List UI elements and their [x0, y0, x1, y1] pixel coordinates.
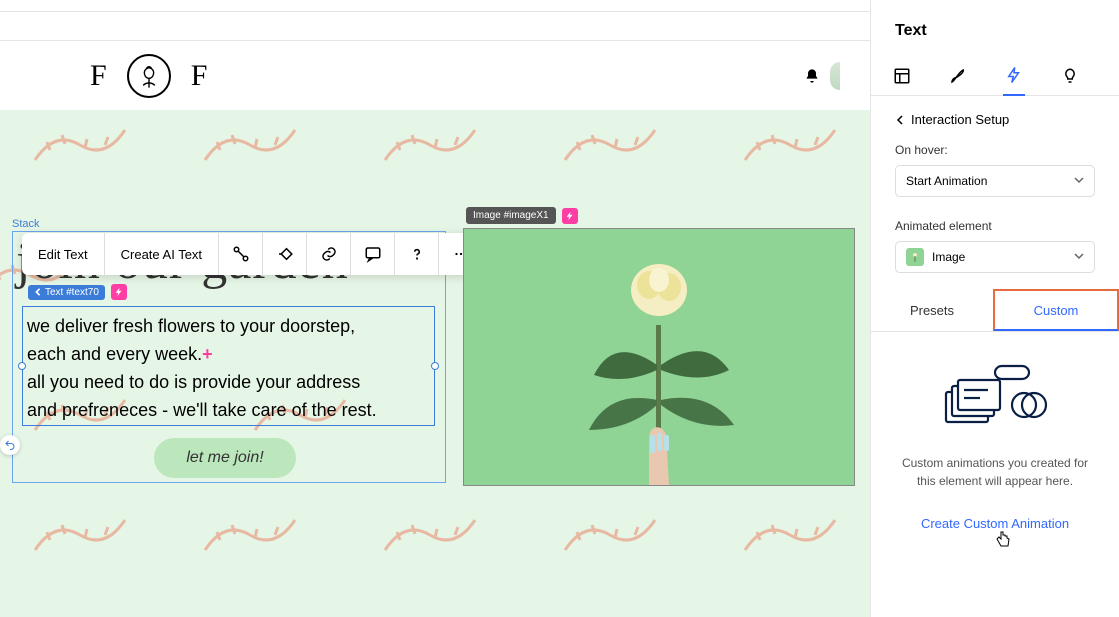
animation-indicator-chip[interactable] — [111, 284, 127, 300]
canvas[interactable]: Stack join our garden Edit Text Create A… — [0, 110, 870, 617]
selection-handle-right[interactable] — [431, 362, 439, 370]
avatar[interactable] — [830, 62, 840, 90]
help-icon[interactable] — [395, 233, 439, 275]
undo-button[interactable] — [0, 435, 20, 455]
interaction-setup-label: Interaction Setup — [911, 112, 1009, 127]
selection-handle-left[interactable] — [18, 362, 26, 370]
tab-custom[interactable]: Custom — [993, 289, 1119, 331]
rose-illustration — [554, 235, 764, 485]
image-element[interactable] — [463, 228, 855, 486]
create-link-label: Create Custom Animation — [921, 516, 1069, 531]
image-chip-label: Image #imageX1 — [473, 210, 549, 221]
text-element-chip[interactable]: Text #text70 — [28, 285, 105, 300]
create-custom-animation-link[interactable]: Create Custom Animation — [871, 516, 1119, 531]
join-button[interactable]: let me join! — [154, 438, 296, 478]
link-icon[interactable] — [307, 233, 351, 275]
empty-state-illustration — [871, 332, 1119, 454]
logo-letter-left: F — [90, 59, 107, 93]
text-chip-row: Text #text70 — [28, 284, 127, 300]
animated-element-label: Animated element — [871, 213, 1119, 241]
selected-text-block[interactable]: we deliver fresh flowers to your doorste… — [22, 306, 435, 426]
tab-layout-icon[interactable] — [891, 56, 913, 96]
chevron-down-icon — [1074, 250, 1084, 264]
header-icons — [804, 62, 840, 90]
floating-toolbar: Edit Text Create AI Text — [22, 233, 483, 275]
tab-presets[interactable]: Presets — [871, 289, 993, 331]
bell-icon[interactable] — [804, 68, 820, 84]
interaction-setup-back[interactable]: Interaction Setup — [871, 96, 1119, 137]
element-thumbnail — [906, 248, 924, 266]
body-line-1: we deliver fresh flowers to your doorste… — [27, 316, 355, 336]
panel-tab-strip — [871, 56, 1119, 96]
body-line-2: each and every week. — [27, 344, 202, 364]
tab-ideas-icon[interactable] — [1059, 56, 1081, 96]
tab-interactions-icon[interactable] — [1003, 56, 1025, 96]
on-hover-select[interactable]: Start Animation — [895, 165, 1095, 197]
stack-label[interactable]: Stack — [12, 218, 40, 230]
inspector-panel: Text Interaction Setup On hover: Start A… — [870, 0, 1119, 617]
site-header: F F — [0, 40, 870, 110]
cursor-hand-icon — [995, 530, 1011, 548]
logo-letter-right: F — [191, 59, 208, 93]
text-chip-label: Text #text70 — [45, 287, 99, 298]
animation-icon[interactable] — [263, 233, 307, 275]
top-strip — [0, 0, 870, 12]
animated-element-value: Image — [932, 250, 965, 264]
chevron-down-icon — [1074, 174, 1084, 188]
image-animation-indicator-chip[interactable] — [562, 208, 578, 224]
edit-text-button[interactable]: Edit Text — [22, 233, 105, 275]
join-button-label: let me join! — [186, 449, 263, 467]
on-hover-label: On hover: — [871, 137, 1119, 165]
site-logo: F F — [90, 54, 207, 98]
logo-flower-icon — [127, 54, 171, 98]
animated-element-select[interactable]: Image — [895, 241, 1095, 273]
empty-state-description: Custom animations you created for this e… — [871, 454, 1119, 490]
connect-icon[interactable] — [219, 233, 263, 275]
body-line-3: all you need to do is provide your addre… — [27, 372, 360, 392]
image-element-chip[interactable]: Image #imageX1 — [466, 207, 556, 224]
panel-title: Text — [871, 0, 1119, 56]
image-chip-row: Image #imageX1 — [466, 207, 578, 224]
tab-design-icon[interactable] — [947, 56, 969, 96]
create-ai-text-button[interactable]: Create AI Text — [105, 233, 219, 275]
animation-sub-tabs: Presets Custom — [871, 289, 1119, 332]
body-line-4: and prefreneces - we'll take care of the… — [27, 400, 377, 420]
comment-icon[interactable] — [351, 233, 395, 275]
text-cursor-plus: + — [202, 344, 213, 364]
on-hover-value: Start Animation — [906, 174, 987, 188]
